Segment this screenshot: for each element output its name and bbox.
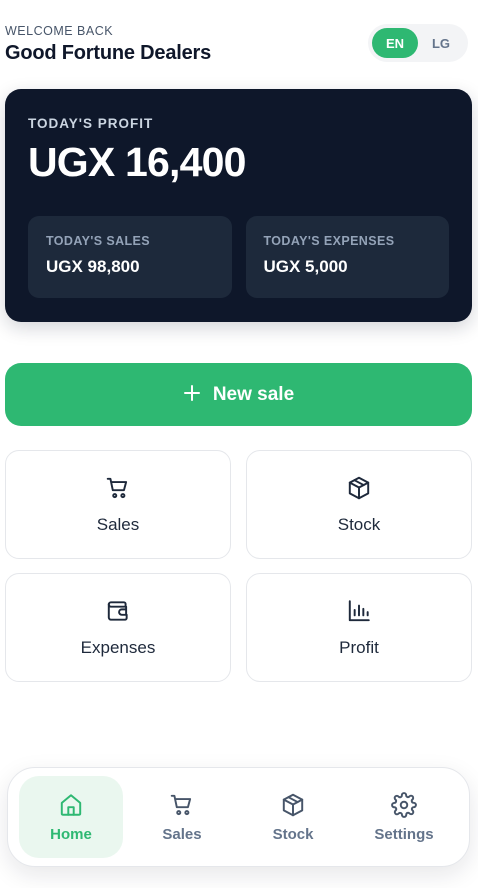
expenses-tile-label: Expenses: [80, 637, 156, 657]
plus-icon: [183, 384, 201, 402]
stock-tile-label: Stock: [337, 514, 381, 534]
box-icon: [280, 792, 306, 818]
nav-item-stock[interactable]: Stock: [241, 776, 345, 858]
profit-card: TODAY'S PROFIT UGX 16,400 TODAY'S SALES …: [5, 89, 472, 322]
cart-icon: [169, 792, 195, 818]
profit-tile[interactable]: Profit: [246, 573, 472, 682]
profit-tile-label: Profit: [339, 637, 379, 657]
expenses-summary-label: TODAY'S EXPENSES: [263, 234, 395, 248]
language-toggle: EN LG: [368, 24, 468, 62]
language-lg-button[interactable]: LG: [418, 28, 464, 58]
gear-icon: [391, 791, 417, 818]
sales-tile-label: Sales: [96, 514, 140, 534]
profit-label: TODAY'S PROFIT: [28, 116, 154, 131]
profit-value: UGX 16,400: [28, 139, 246, 185]
new-sale-button[interactable]: New sale: [5, 363, 472, 426]
nav-label-stock: Stock: [272, 825, 314, 843]
bottom-nav: Home Sales Stock Settings: [7, 767, 470, 867]
sales-summary-value: UGX 98,800: [46, 257, 140, 276]
nav-label-settings: Settings: [374, 825, 434, 843]
nav-label-sales: Sales: [162, 825, 202, 843]
bar-chart-icon: [346, 598, 372, 624]
home-icon: [58, 792, 84, 818]
expenses-tile[interactable]: Expenses: [5, 573, 231, 682]
language-en-button[interactable]: EN: [372, 28, 418, 58]
header: WELCOME BACK Good Fortune Dealers EN LG: [5, 24, 470, 68]
nav-item-home[interactable]: Home: [19, 776, 123, 858]
sales-summary-label: TODAY'S SALES: [46, 234, 151, 248]
new-sale-label: New sale: [212, 383, 295, 405]
expenses-summary-card: TODAY'S EXPENSES UGX 5,000: [245, 216, 449, 298]
nav-item-settings[interactable]: Settings: [352, 776, 456, 858]
stock-tile[interactable]: Stock: [246, 450, 472, 559]
expenses-summary-value: UGX 5,000: [263, 257, 348, 276]
nav-item-sales[interactable]: Sales: [130, 776, 234, 858]
sales-tile[interactable]: Sales: [5, 450, 231, 559]
nav-label-home: Home: [50, 825, 92, 843]
cart-icon: [105, 475, 131, 501]
box-icon: [346, 475, 372, 501]
sales-summary-card: TODAY'S SALES UGX 98,800: [28, 216, 232, 298]
quick-actions-grid: Sales Stock Expenses Profit: [5, 450, 472, 682]
wallet-icon: [105, 598, 131, 624]
